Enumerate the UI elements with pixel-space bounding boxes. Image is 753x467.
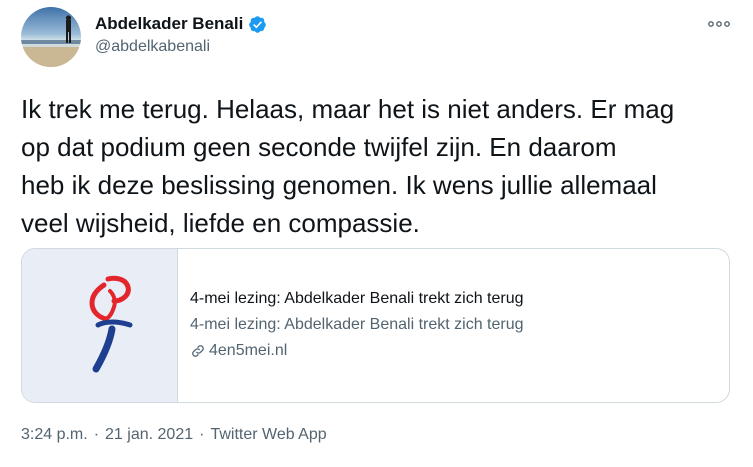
4en5mei-torch-logo — [89, 275, 133, 373]
avatar[interactable] — [21, 7, 81, 67]
tweet: Abdelkader Benali @abdelkabenali Ik trek… — [0, 0, 753, 467]
meta-separator: · — [93, 426, 100, 443]
tweet-source[interactable]: Twitter Web App — [210, 426, 326, 444]
card-body: 4-mei lezing: Abdelkader Benali trekt zi… — [190, 289, 720, 361]
link-icon — [192, 345, 204, 357]
link-card[interactable]: 4-mei lezing: Abdelkader Benali trekt zi… — [21, 248, 730, 403]
card-domain-text: 4en5mei.nl — [209, 342, 288, 359]
avatar-photo — [21, 7, 81, 67]
author-name-text: Abdelkader Benali — [95, 14, 244, 33]
author-handle[interactable]: @abdelkabenali — [95, 38, 210, 56]
card-description: 4-mei lezing: Abdelkader Benali trekt zi… — [190, 316, 524, 333]
card-domain: 4en5mei.nl — [190, 341, 720, 361]
card-image — [22, 249, 178, 402]
tweet-time[interactable]: 3:24 p.m. — [21, 426, 88, 444]
tweet-text: Ik trek me terug. Helaas, maar het is ni… — [21, 94, 675, 238]
tweet-meta: 3:24 p.m. · 21 jan. 2021 · Twitter Web A… — [21, 426, 327, 444]
meta-separator: · — [199, 426, 205, 443]
verified-badge-icon — [248, 15, 267, 34]
author-name[interactable]: Abdelkader Benali — [95, 14, 267, 34]
card-title: 4-mei lezing: Abdelkader Benali trekt zi… — [190, 290, 524, 307]
tweet-date[interactable]: 21 jan. 2021 — [105, 426, 193, 444]
more-options-icon[interactable] — [705, 16, 733, 32]
